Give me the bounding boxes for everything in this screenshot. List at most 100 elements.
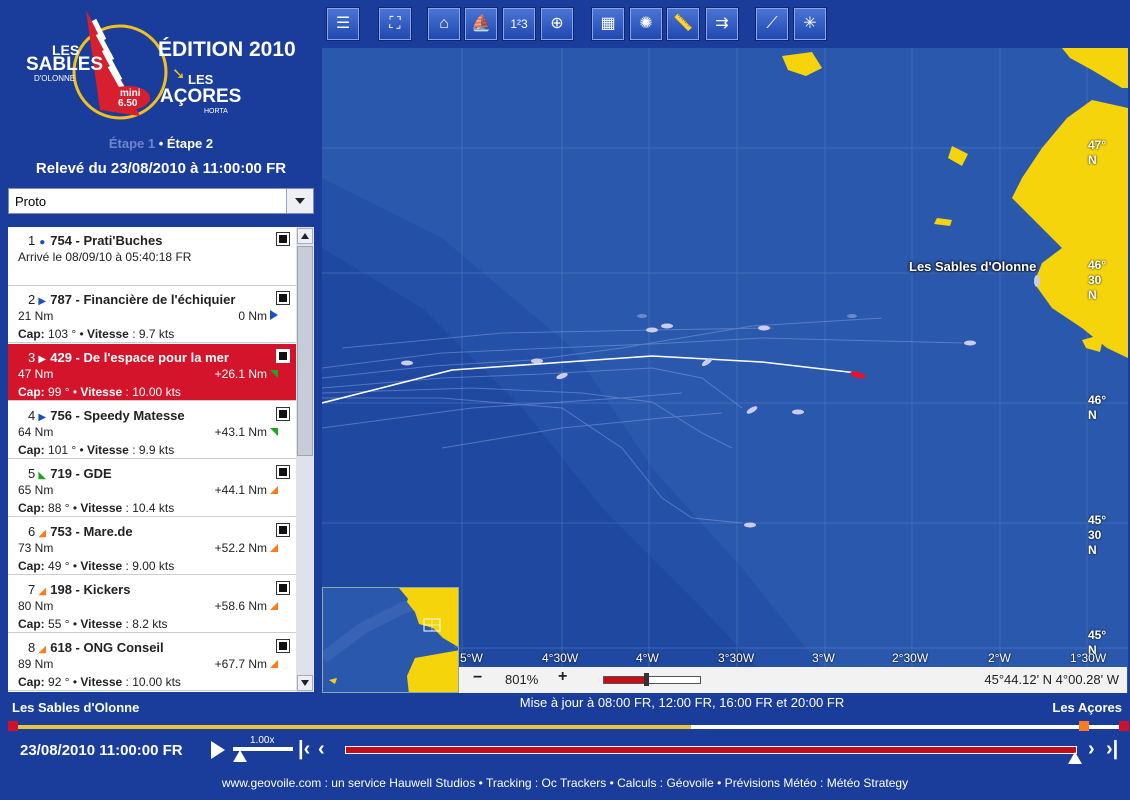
scroll-up-icon[interactable] bbox=[297, 228, 313, 244]
follow-checkbox[interactable] bbox=[276, 407, 290, 421]
rank-number: 8 bbox=[28, 640, 36, 655]
start-marker bbox=[8, 721, 18, 731]
ranking-row[interactable]: 1 ● 754 - Prati'Buches Arrivé le 08/09/10 à… bbox=[8, 227, 296, 286]
gap-to-leader: +67.7 Nm bbox=[215, 657, 278, 671]
heading-speed: Cap: 101 ° • Vitesse : 9.9 kts bbox=[18, 443, 174, 457]
follow-checkbox[interactable] bbox=[276, 465, 290, 479]
list-icon[interactable]: ☰ bbox=[327, 8, 359, 40]
ranking-row[interactable]: 2 ▶ 787 - Financière de l'échiquier 21 Nm 0 … bbox=[8, 286, 296, 343]
stage-1-link[interactable]: Étape 1 bbox=[109, 136, 155, 151]
stage-2-link[interactable]: Étape 2 bbox=[167, 136, 213, 151]
latitude-label-part: N bbox=[1088, 543, 1097, 557]
speed-slider-knob[interactable] bbox=[233, 750, 247, 762]
longitude-label: 4°W bbox=[636, 651, 659, 665]
speed-value: : 10.00 kts bbox=[125, 675, 181, 689]
ranking-row[interactable]: 5 ◣ 719 - GDE 65 Nm +44.1 Nm Cap: 88 ° • Vite… bbox=[8, 460, 296, 517]
boat-name: 756 - Speedy Matesse bbox=[50, 408, 185, 423]
skip-last-icon[interactable]: ›| bbox=[1106, 739, 1118, 759]
scroll-down-icon[interactable] bbox=[297, 675, 313, 691]
overview-minimap[interactable] bbox=[322, 587, 459, 693]
trend-gain-icon bbox=[270, 428, 278, 436]
boat-marker bbox=[964, 340, 976, 346]
boat-marker bbox=[792, 409, 804, 415]
step-forward-icon[interactable]: › bbox=[1088, 739, 1095, 759]
compass-icon[interactable]: ✳ bbox=[794, 8, 826, 40]
follow-checkbox[interactable] bbox=[276, 523, 290, 537]
logo-horta: HORTA bbox=[204, 108, 228, 115]
trend-loss-icon: ◢ bbox=[38, 644, 47, 655]
heading-speed: Cap: 99 ° • Vitesse : 10.00 kts bbox=[18, 385, 181, 399]
ranking-row[interactable]: 7 ◢ 198 - Kickers 80 Nm +58.6 Nm Cap: 55 ° • … bbox=[8, 576, 296, 633]
heading-speed: Cap: 103 ° • Vitesse : 9.7 kts bbox=[18, 327, 174, 341]
separator: • bbox=[76, 443, 88, 457]
fleet-icon[interactable]: ⇉ bbox=[706, 8, 738, 40]
fullscreen-icon[interactable]: ⛶ bbox=[379, 8, 411, 40]
follow-checkbox[interactable] bbox=[276, 291, 290, 305]
ranking-scrollbar[interactable] bbox=[296, 227, 314, 692]
ranking-row-title: 7 ◢ 198 - Kickers bbox=[28, 582, 130, 597]
heading-speed: Cap: 92 ° • Vitesse : 10.00 kts bbox=[18, 675, 181, 689]
gap-value: +67.7 Nm bbox=[214, 657, 267, 671]
gap-value: 0 Nm bbox=[238, 309, 267, 323]
trend-gain-icon bbox=[270, 370, 278, 378]
gap-value: +43.1 Nm bbox=[214, 425, 267, 439]
skip-first-icon[interactable]: |‹ bbox=[298, 739, 310, 759]
rank-number: 7 bbox=[28, 582, 36, 597]
logo-les-2: LES bbox=[188, 72, 214, 87]
ruler-icon[interactable]: 📏 bbox=[667, 8, 699, 40]
distance-to-finish: 21 Nm bbox=[18, 309, 54, 323]
playback-datetime: 23/08/2010 11:00:00 FR bbox=[20, 742, 183, 759]
latitude-label-part: N bbox=[1088, 288, 1097, 302]
boat-icon[interactable]: ⛵ bbox=[465, 8, 497, 40]
step-back-icon[interactable]: ‹ bbox=[318, 739, 325, 759]
zoom-area-icon[interactable]: ⊕ bbox=[541, 8, 573, 40]
heading-value: 92 ° bbox=[48, 675, 70, 689]
latitude-label: 46° N bbox=[1088, 393, 1114, 423]
stage-selector: Étape 1 • Étape 2 bbox=[0, 136, 322, 151]
ranking-row[interactable]: 8 ◢ 618 - ONG Conseil 89 Nm +67.7 Nm Cap: 92 … bbox=[8, 634, 296, 691]
boat-marker bbox=[744, 522, 756, 528]
latitude-label-part: N bbox=[1088, 408, 1097, 422]
zoom-level: 801% bbox=[505, 672, 539, 687]
boat-marker bbox=[847, 314, 857, 318]
boat-name: 429 - De l'espace pour la mer bbox=[50, 350, 229, 365]
end-port: Les Açores bbox=[1052, 700, 1122, 715]
zoom-slider-fill bbox=[604, 677, 647, 683]
chevron-down-icon[interactable] bbox=[286, 189, 313, 213]
route-icon[interactable]: ⟋ bbox=[756, 8, 788, 40]
ranking-row-title: 4 ▶ 756 - Speedy Matesse bbox=[28, 408, 185, 423]
speed-label: Vitesse bbox=[80, 675, 123, 689]
boat-name: 618 - ONG Conseil bbox=[50, 640, 164, 655]
follow-checkbox[interactable] bbox=[276, 639, 290, 653]
zoom-in-button[interactable]: + bbox=[558, 668, 567, 686]
class-dropdown[interactable]: Proto bbox=[8, 188, 314, 214]
grid-icon[interactable]: ▦ bbox=[592, 8, 624, 40]
follow-checkbox[interactable] bbox=[276, 349, 290, 363]
ranking-icon[interactable]: 1²3 bbox=[503, 8, 535, 40]
zoom-slider-knob[interactable] bbox=[644, 673, 650, 686]
gap-to-leader: +44.1 Nm bbox=[215, 483, 278, 497]
ranking-row[interactable]: 6 ◢ 753 - Mare.de 73 Nm +52.2 Nm Cap: 49 ° • … bbox=[8, 518, 296, 575]
latitude-label-part: 45° bbox=[1088, 513, 1107, 527]
ranking-row[interactable]: 3 ▶ 429 - De l'espace pour la mer 47 Nm +26.… bbox=[8, 344, 296, 401]
ranking-row[interactable]: 4 ▶ 756 - Speedy Matesse 64 Nm +43.1 Nm Cap: … bbox=[8, 402, 296, 459]
follow-checkbox[interactable] bbox=[276, 232, 290, 246]
gap-value: +44.1 Nm bbox=[214, 483, 267, 497]
gap-to-leader: +52.2 Nm bbox=[215, 541, 278, 555]
play-icon[interactable] bbox=[211, 741, 225, 759]
gap-to-leader: +58.6 Nm bbox=[215, 599, 278, 613]
separator: • bbox=[69, 675, 81, 689]
home-icon[interactable]: ⌂ bbox=[428, 8, 460, 40]
boat-marker bbox=[758, 325, 770, 331]
boat-marker bbox=[1034, 275, 1040, 287]
playback-timeline[interactable] bbox=[345, 746, 1077, 754]
scroll-thumb[interactable] bbox=[297, 246, 313, 456]
speed-label: Vitesse bbox=[80, 385, 123, 399]
timeline-knob[interactable] bbox=[1068, 752, 1082, 764]
follow-checkbox[interactable] bbox=[276, 581, 290, 595]
zoom-slider[interactable] bbox=[603, 673, 701, 686]
zoom-out-button[interactable]: − bbox=[473, 669, 482, 687]
wind-icon[interactable]: ✺ bbox=[630, 8, 662, 40]
boat-name: 754 - Prati'Buches bbox=[50, 233, 163, 248]
longitude-label: 5°W bbox=[460, 651, 483, 665]
